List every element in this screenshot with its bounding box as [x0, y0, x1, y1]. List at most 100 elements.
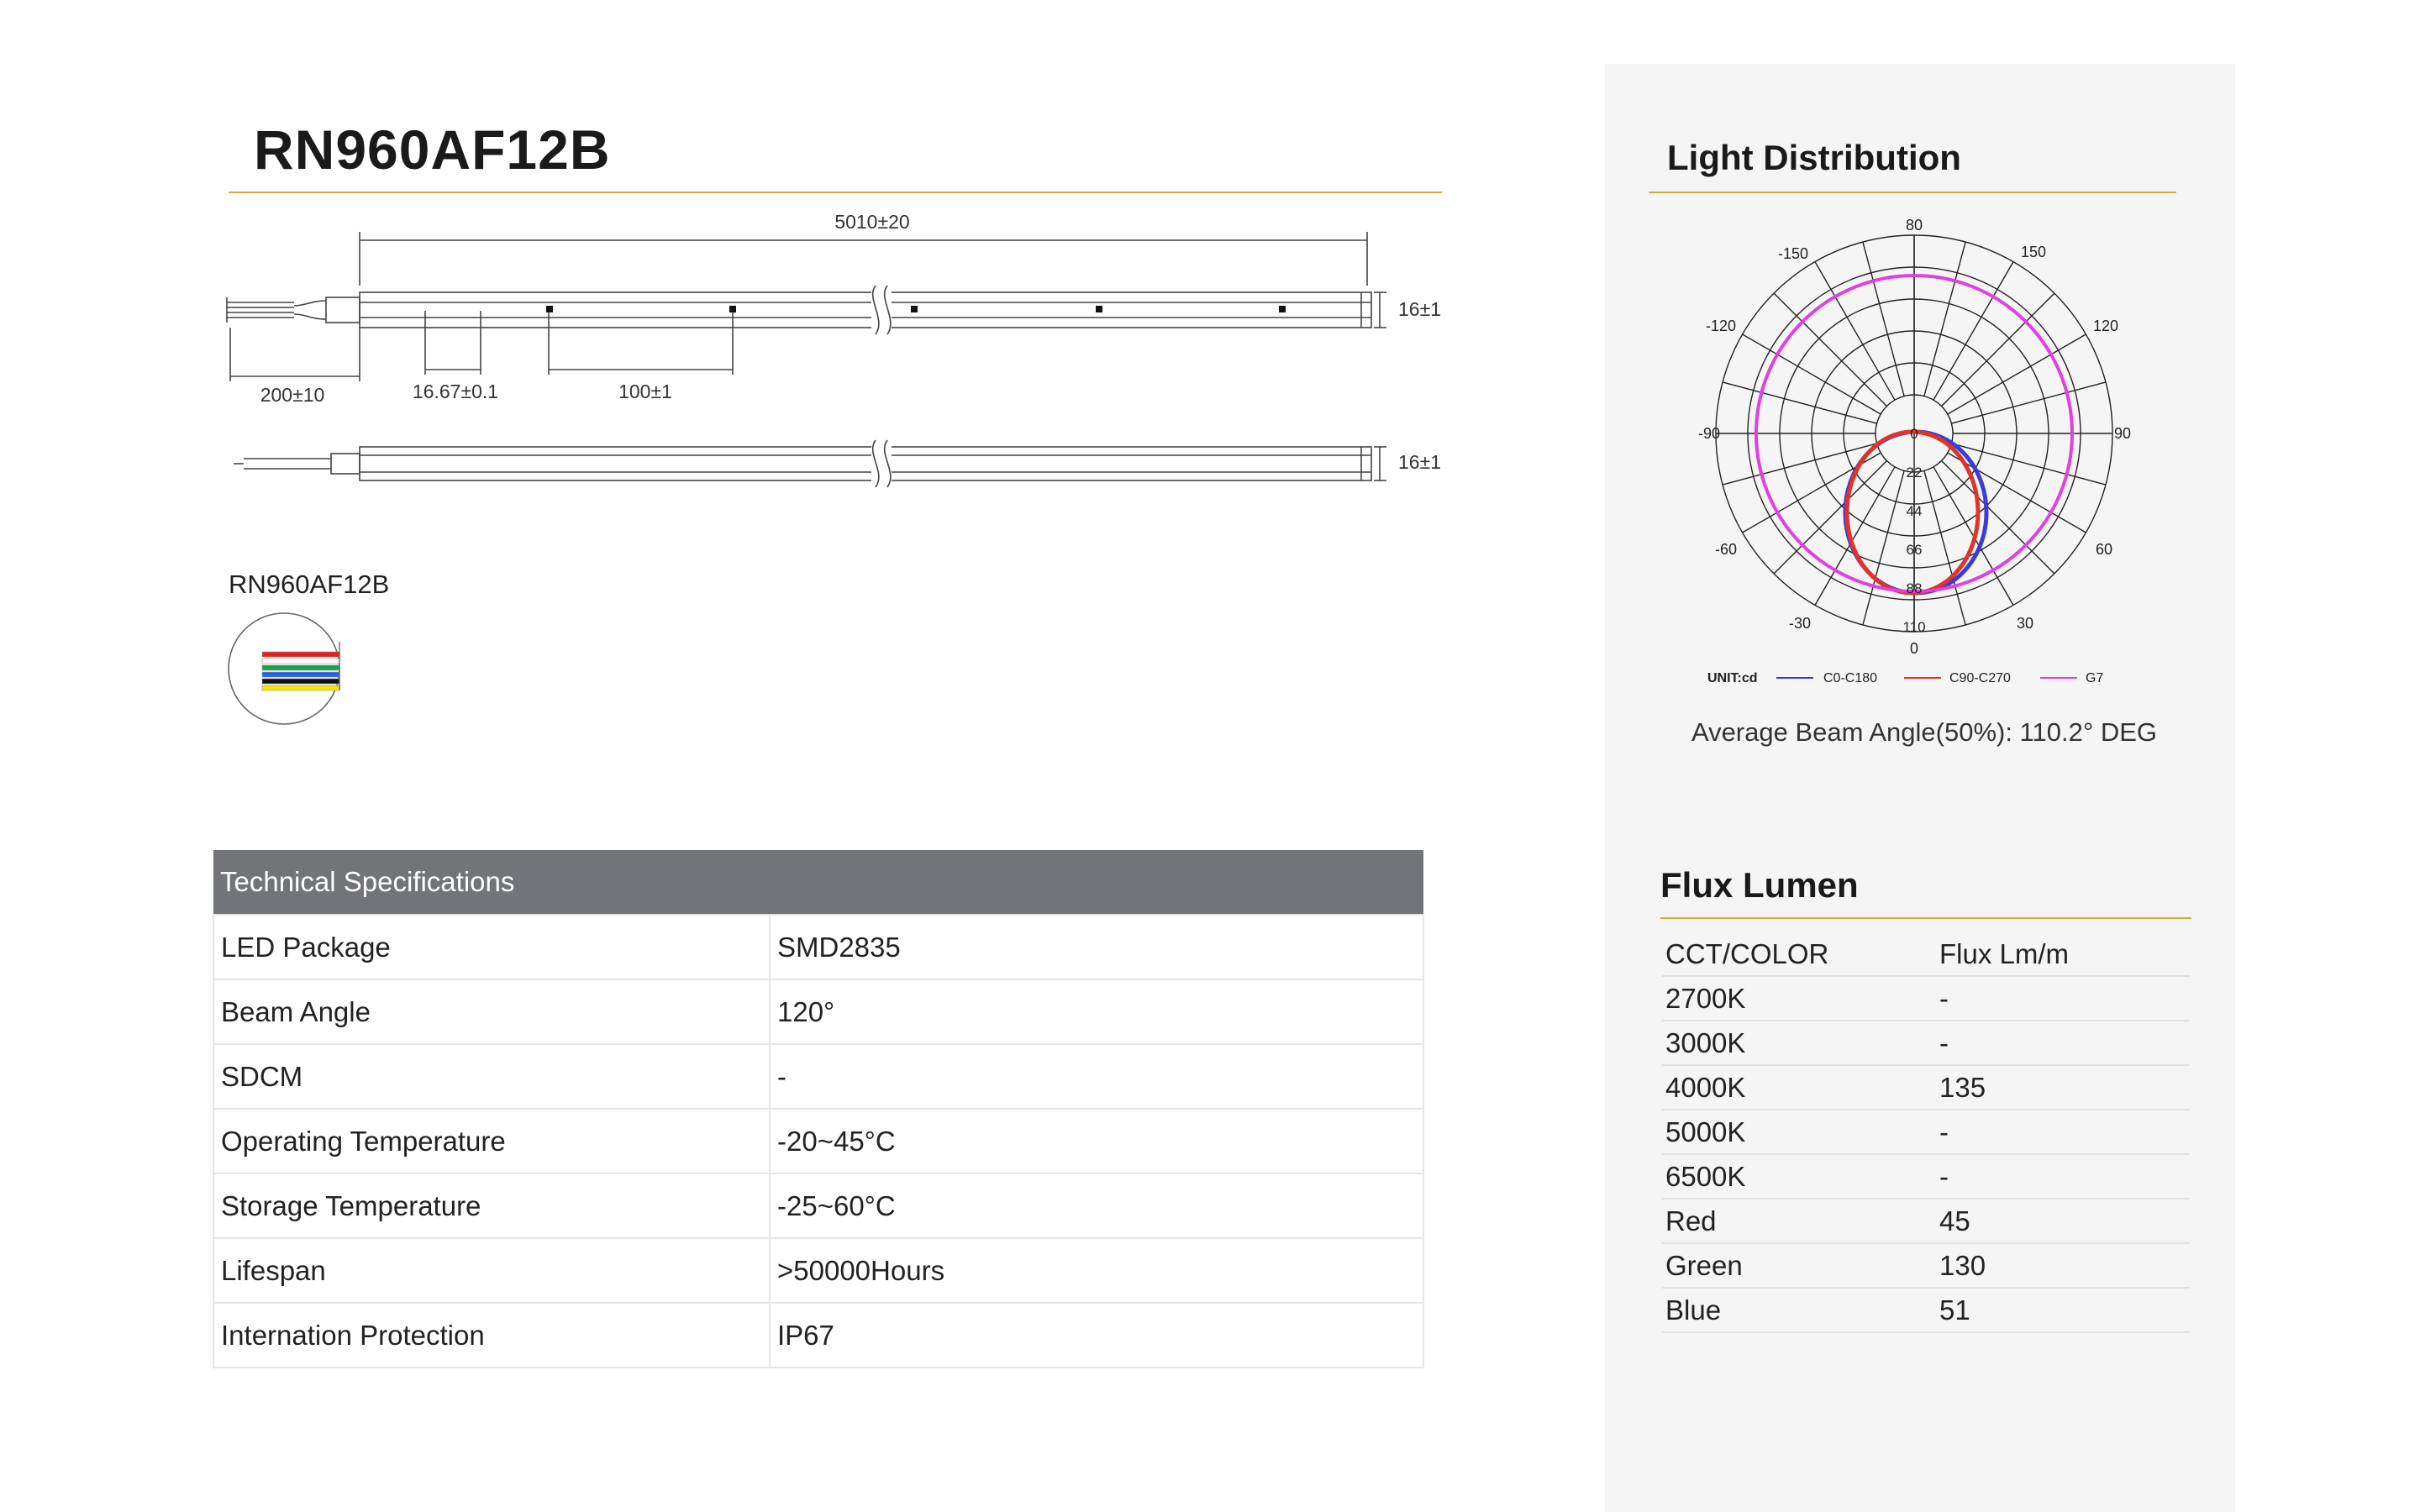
- connector-wire: [261, 671, 340, 678]
- radial-tick: 88: [1907, 580, 1923, 596]
- spec-value: -: [769, 1043, 1424, 1110]
- light-distribution-divider: [1649, 192, 2176, 193]
- polar-grid-spoke: [1951, 381, 2107, 424]
- flux-value: 130: [1936, 1243, 2190, 1289]
- angle-label-lower-left: -60: [1715, 541, 1737, 558]
- flux-table: CCT/COLOR Flux Lm/m 2700K - 3000K - 4000K 13…: [1662, 932, 2190, 1333]
- spec-value: >50000Hours: [769, 1237, 1424, 1304]
- angle-label-top: 80: [1906, 217, 1923, 234]
- table-row: Storage Temperature -25~60°C: [213, 1173, 1424, 1239]
- flux-value: 51: [1936, 1288, 2190, 1333]
- table-row: Red 45: [1662, 1199, 2190, 1244]
- polar-grid-spoke: [1941, 460, 2055, 575]
- connector-wire: [261, 678, 340, 685]
- beam-angle-text: Average Beam Angle(50%): 110.2° DEG: [1691, 717, 2158, 747]
- polar-distribution-chart: 80 -150 150 -120 120 -90 90 -60 60 -30 3…: [1698, 217, 2131, 685]
- product-title: RN960AF12B: [254, 118, 611, 181]
- polar-grid-spoke: [1773, 292, 1887, 407]
- legend-c90-c270: C90-C270: [1949, 671, 2011, 685]
- angle-label-mid-right: 120: [2093, 318, 2118, 334]
- table-row: SDCM -: [213, 1043, 1424, 1110]
- flux-value: -: [1936, 1110, 2190, 1155]
- angle-label-mid-left: -120: [1706, 318, 1736, 334]
- height-dimension-bottom: 16±1: [1398, 451, 1441, 473]
- table-row: Operating Temperature -20~45°C: [213, 1108, 1424, 1174]
- connector-wire: [261, 651, 340, 658]
- led-markers: [546, 306, 1286, 312]
- table-row: Green 130: [1662, 1243, 2190, 1289]
- table-row: 4000K 135: [1662, 1065, 2190, 1110]
- table-row: 6500K -: [1662, 1154, 2190, 1200]
- flux-value: -: [1936, 1021, 2190, 1066]
- polar-grid-spoke: [1862, 241, 1905, 396]
- connector-wire: [261, 664, 340, 671]
- radial-tick: 110: [1902, 619, 1925, 635]
- flux-color: 4000K: [1662, 1065, 1936, 1110]
- angle-label-bottom: 0: [1910, 640, 1918, 657]
- flux-value: -: [1936, 976, 2190, 1021]
- table-row: 5000K -: [1662, 1110, 2190, 1155]
- spec-value: -20~45°C: [769, 1108, 1424, 1174]
- spec-value: 120°: [769, 979, 1424, 1045]
- connector-wire: [261, 685, 340, 691]
- table-row: Lifespan >50000Hours: [213, 1237, 1424, 1304]
- spec-label: Operating Temperature: [213, 1108, 771, 1174]
- pitch-dimension: 100±1: [618, 381, 672, 402]
- spec-label: LED Package: [213, 914, 771, 980]
- angle-label-upper-right: 150: [2021, 244, 2046, 260]
- polar-grid-spoke: [1923, 241, 1966, 396]
- spec-label: SDCM: [213, 1043, 771, 1110]
- cable-length-dimension: 200±10: [260, 384, 325, 406]
- flux-color: Red: [1662, 1199, 1936, 1244]
- length-dimension: 5010±20: [834, 211, 909, 233]
- flux-color: Blue: [1662, 1288, 1936, 1333]
- polar-grid-spoke: [1923, 470, 1966, 626]
- table-row: 3000K -: [1662, 1021, 2190, 1066]
- flux-color: 6500K: [1662, 1154, 1936, 1200]
- flux-lumen-title: Flux Lumen: [1660, 865, 1859, 905]
- height-dimension-top: 16±1: [1398, 298, 1441, 320]
- angle-label-right: 90: [2114, 425, 2131, 442]
- unit-label: UNIT:cd: [1707, 671, 1758, 685]
- spec-table-header: Technical Specifications: [213, 850, 1423, 915]
- light-distribution-title: Light Distribution: [1667, 138, 1961, 177]
- polar-grid-spoke: [1773, 460, 1887, 575]
- spec-value: SMD2835: [769, 914, 1424, 980]
- flux-value: 135: [1936, 1065, 2190, 1110]
- flux-color: 2700K: [1662, 976, 1936, 1021]
- flux-color: 3000K: [1662, 1021, 1936, 1066]
- polar-grid-spoke: [1941, 292, 2055, 407]
- radial-tick: 66: [1907, 542, 1923, 558]
- connector-diagram: [228, 612, 340, 725]
- legend-g7: G7: [2086, 671, 2103, 685]
- spec-value: IP67: [769, 1302, 1424, 1368]
- column-header: CCT/COLOR: [1662, 932, 1936, 977]
- legend-c0-c180: C0-C180: [1823, 671, 1877, 685]
- radial-tick: 0: [1910, 426, 1918, 442]
- flux-lumen-divider: [1660, 917, 2191, 919]
- table-header-row: CCT/COLOR Flux Lm/m: [1662, 932, 2190, 977]
- spec-value: -25~60°C: [769, 1173, 1424, 1239]
- dimension-drawing: 5010±20 16±1 200±10 16.67±0.1 100±1 16±1: [226, 211, 1441, 488]
- column-header: Flux Lm/m: [1936, 932, 2190, 977]
- spec-label: Internation Protection: [213, 1302, 771, 1368]
- connector-wire: [261, 658, 340, 664]
- table-row: Internation Protection IP67: [213, 1302, 1424, 1368]
- radial-tick: 44: [1907, 503, 1923, 519]
- table-row: 2700K -: [1662, 976, 2190, 1021]
- polar-grid-spoke: [1722, 381, 1877, 424]
- radial-tick: 22: [1907, 465, 1923, 480]
- table-row: Beam Angle 120°: [213, 979, 1424, 1045]
- spec-table: Technical Specifications LED Package SMD2…: [213, 850, 1424, 1368]
- cut-unit-dimension: 16.67±0.1: [413, 381, 498, 402]
- title-divider: [229, 192, 1442, 193]
- angle-label-bottom-right: 30: [2017, 615, 2033, 632]
- angle-label-lower-right: 60: [2096, 541, 2112, 558]
- angle-label-left: -90: [1698, 425, 1720, 442]
- flux-value: -: [1936, 1154, 2190, 1200]
- spec-label: Beam Angle: [213, 979, 771, 1045]
- angle-label-bottom-left: -30: [1789, 615, 1811, 632]
- table-row: Blue 51: [1662, 1288, 2190, 1333]
- angle-label-upper-left: -150: [1778, 245, 1808, 262]
- flux-value: 45: [1936, 1199, 2190, 1244]
